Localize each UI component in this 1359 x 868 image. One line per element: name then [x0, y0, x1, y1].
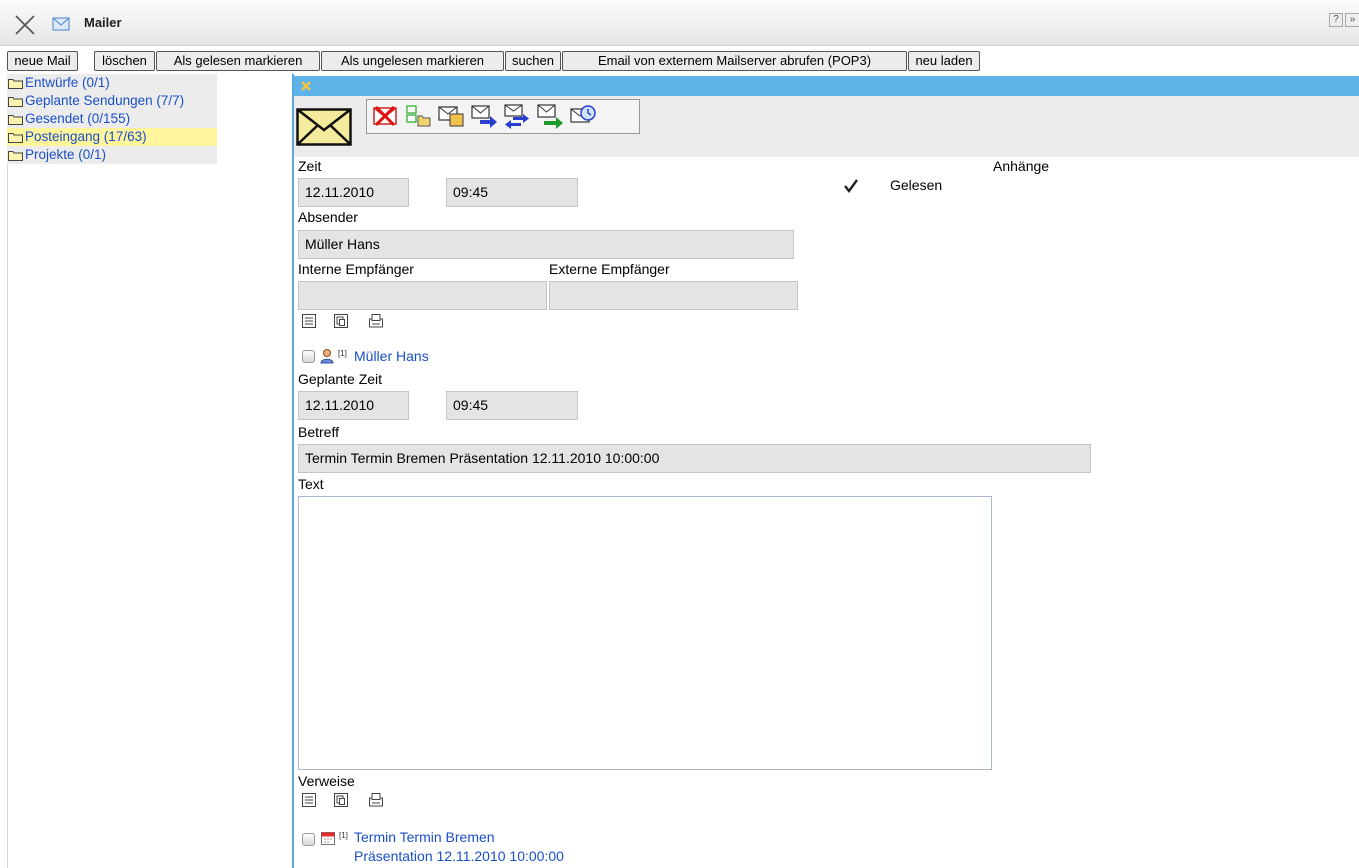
attachments-label: Anhänge [993, 158, 1050, 174]
calendar-icon [321, 832, 335, 845]
delete-mail-icon[interactable] [371, 102, 399, 130]
mail-body[interactable] [298, 496, 992, 770]
new-mail-button[interactable]: neue Mail [7, 51, 78, 71]
folder-projects[interactable]: Projekte (0/1) [7, 146, 217, 164]
reference-link-detail[interactable]: Präsentation 12.11.2010 10:00:00 [354, 848, 564, 864]
detail-header-bar [294, 76, 1359, 96]
folder-label: Geplante Sendungen (7/7) [25, 93, 185, 108]
scheduled-time-label: Geplante Zeit [298, 371, 383, 387]
mark-read-button[interactable]: Als gelesen markieren [156, 51, 320, 71]
subject-label: Betreff [298, 424, 339, 440]
internal-recipients-field[interactable] [298, 281, 547, 310]
user-icon [320, 349, 334, 364]
folder-inbox[interactable]: Posteingang (17/63) [7, 128, 217, 146]
recipient-index: [1] [338, 349, 347, 358]
search-button[interactable]: suchen [505, 51, 561, 71]
external-recipients-field[interactable] [549, 281, 798, 310]
move-to-folder-icon[interactable] [404, 102, 432, 130]
scheduled-date-field[interactable]: 12.11.2010 [298, 391, 409, 420]
close-detail-icon[interactable] [299, 79, 313, 93]
folder-icon [8, 151, 23, 161]
external-recipients-label: Externe Empfänger [549, 261, 670, 277]
mail-icon [52, 17, 70, 31]
title-bar: Mailer ? » [0, 0, 1359, 46]
references-label: Verweise [298, 773, 355, 789]
print-icon[interactable] [368, 792, 384, 808]
recipient-link[interactable]: Müller Hans [354, 348, 429, 364]
folder-drafts[interactable]: Entwürfe (0/1) [7, 74, 217, 92]
print-icon[interactable] [368, 313, 384, 329]
time-label: Zeit [298, 158, 322, 174]
reload-button[interactable]: neu laden [908, 51, 980, 71]
copy-icon[interactable] [333, 313, 349, 329]
sender-field[interactable]: Müller Hans [298, 230, 794, 259]
list-icon[interactable] [301, 313, 317, 329]
subject-field[interactable]: Termin Termin Bremen Präsentation 12.11.… [298, 444, 1091, 473]
folder-sent[interactable]: Gesendet (0/155) [7, 110, 217, 128]
folder-label: Projekte (0/1) [25, 147, 107, 162]
envelope-icon [296, 108, 352, 146]
time-field[interactable]: 09:45 [446, 178, 578, 207]
window-title: Mailer [84, 15, 122, 30]
copy-icon[interactable] [333, 792, 349, 808]
left-border [7, 74, 8, 868]
mail-schedule-icon[interactable] [569, 102, 597, 130]
folder-list: Entwürfe (0/1) Geplante Sendungen (7/7) … [7, 74, 217, 164]
reference-index: [1] [339, 831, 348, 840]
folder-label: Entwürfe (0/1) [25, 75, 110, 90]
forward-icon[interactable] [536, 102, 564, 130]
reference-checkbox[interactable] [302, 833, 315, 846]
internal-recipients-label: Interne Empfänger [298, 261, 414, 277]
reply-icon[interactable] [470, 102, 498, 130]
reply-all-icon[interactable] [503, 102, 531, 130]
folder-icon [8, 79, 23, 89]
more-button[interactable]: » [1345, 13, 1359, 27]
archive-mail-icon[interactable] [437, 102, 465, 130]
text-label: Text [298, 476, 324, 492]
list-icon[interactable] [301, 792, 317, 808]
folder-icon [8, 115, 23, 125]
folder-label: Gesendet (0/155) [25, 111, 131, 126]
scheduled-time-field[interactable]: 09:45 [446, 391, 578, 420]
mark-unread-button[interactable]: Als ungelesen markieren [321, 51, 504, 71]
read-label: Gelesen [890, 177, 943, 193]
pane-divider [292, 74, 294, 868]
read-checkmark-icon[interactable] [843, 178, 859, 194]
fetch-pop3-button[interactable]: Email von externem Mailserver abrufen (P… [562, 51, 907, 71]
help-button[interactable]: ? [1329, 13, 1343, 27]
sender-label: Absender [298, 209, 358, 225]
date-field[interactable]: 12.11.2010 [298, 178, 409, 207]
recipient-checkbox[interactable] [302, 350, 315, 363]
mail-action-bar [366, 99, 640, 134]
folder-icon [8, 97, 23, 107]
folder-label: Posteingang (17/63) [25, 129, 147, 144]
delete-button[interactable]: löschen [94, 51, 155, 71]
folder-scheduled[interactable]: Geplante Sendungen (7/7) [7, 92, 217, 110]
folder-icon [8, 133, 23, 143]
close-icon[interactable] [14, 14, 36, 36]
reference-link[interactable]: Termin Termin Bremen [354, 829, 495, 845]
